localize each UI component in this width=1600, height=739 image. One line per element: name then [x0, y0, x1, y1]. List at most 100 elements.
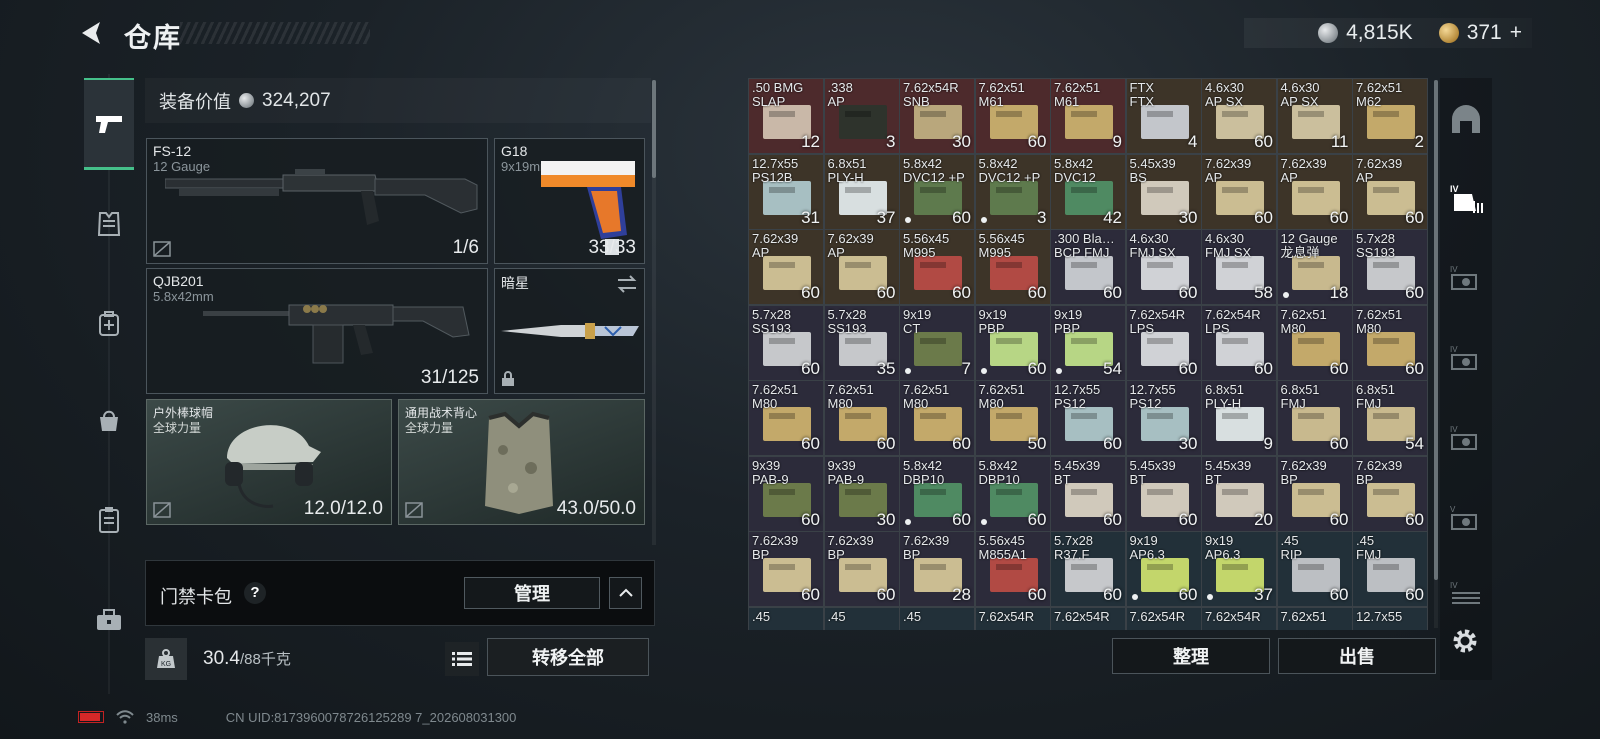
warehouse-item[interactable]: .50 BMG SLAP 12 [748, 78, 824, 154]
help-button[interactable]: ? [244, 582, 266, 604]
warehouse-item[interactable]: 9x19 AP6.3 60 [1125, 531, 1202, 607]
warehouse-item[interactable]: 5.56x45 M995 60 [899, 229, 975, 305]
warehouse-item[interactable]: 7.62x39 AP 60 [1276, 153, 1353, 230]
warehouse-item[interactable]: 7.62x51 M61 9 [1050, 78, 1126, 154]
warehouse-item[interactable]: 9x19 PBP 54 [1050, 304, 1126, 381]
warehouse-item[interactable]: 5.8x42 DBP10 60 [974, 455, 1051, 532]
warehouse-item[interactable]: 5.7x28 SS193 60 [748, 304, 824, 381]
warehouse-item[interactable]: 7.62x51 M80 60 [1352, 304, 1428, 381]
filter-tier-4a[interactable]: IV [1446, 258, 1486, 298]
warehouse-item[interactable]: 9x19 AP6.3 37 [1201, 531, 1277, 607]
category-weapons[interactable] [84, 78, 134, 170]
sidearm-slot[interactable]: G18 9x19mm 33/33 [494, 138, 645, 264]
warehouse-item[interactable]: 5.8x42 DVC12 +P 60 [899, 153, 975, 230]
warehouse-item[interactable]: 5.45x39 BS 30 [1125, 153, 1202, 230]
warehouse-item[interactable]: FTX FTX 4 [1125, 78, 1202, 154]
warehouse-item[interactable]: 7.62x39 BP 60 [823, 531, 900, 607]
warehouse-item[interactable]: 7.62x39 AP 60 [748, 229, 824, 305]
filter-tier-4c[interactable]: IV [1446, 418, 1486, 458]
warehouse-item[interactable]: 5.7x28 SS193 35 [823, 304, 900, 381]
warehouse-item[interactable]: .45 RIP 60 [1276, 531, 1353, 607]
sell-button[interactable]: 出售 [1278, 638, 1436, 674]
warehouse-item[interactable]: 7.62x39 BP 60 [748, 531, 824, 607]
armor-slot[interactable]: 通用战术背心 全球力量 43.0/50.0 [398, 399, 645, 525]
category-backpack[interactable] [84, 278, 134, 370]
warehouse-item[interactable]: 7.62x54R LPS 60 [1125, 304, 1202, 381]
warehouse-item[interactable]: 5.7x28 SS193 60 [1352, 229, 1428, 305]
warehouse-item[interactable]: 7.62x54R [1125, 606, 1202, 630]
category-tools[interactable] [84, 574, 134, 666]
warehouse-item[interactable]: 12 Gauge 龙息弹 18 [1276, 229, 1353, 305]
warehouse-item[interactable]: 5.56x45 M855A1 60 [974, 531, 1051, 607]
warehouse-item[interactable]: 5.7x28 R37.F 60 [1050, 531, 1126, 607]
warehouse-item[interactable]: 7.62x51 M80 50 [974, 380, 1051, 456]
settings-button[interactable] [1448, 624, 1482, 658]
add-currency-button[interactable]: + [1510, 21, 1522, 45]
equipment-scrollbar[interactable] [652, 80, 656, 178]
warehouse-item[interactable]: 7.62x51 M80 60 [823, 380, 900, 456]
warehouse-item[interactable]: .45 [748, 606, 824, 630]
warehouse-item[interactable]: 9x19 PBP 60 [974, 304, 1051, 381]
warehouse-item[interactable]: 5.45x39 BT 20 [1201, 455, 1277, 532]
warehouse-item[interactable]: 12.7x55 PS12 30 [1125, 380, 1202, 456]
warehouse-item[interactable]: 12.7x55 PS12 60 [1050, 380, 1126, 456]
primary-weapon-slot[interactable]: FS-12 12 Gauge 1/6 [146, 138, 488, 264]
warehouse-item[interactable]: 5.8x42 DVC12 +P 3 [974, 153, 1051, 230]
swap-icon[interactable] [616, 275, 638, 293]
warehouse-item[interactable]: 7.62x54R [1201, 606, 1277, 630]
secondary-weapon-slot[interactable]: QJB201 5.8x42mm 31/125 [146, 268, 488, 394]
filter-ammo[interactable]: IV [1446, 178, 1486, 218]
warehouse-item[interactable]: 7.62x51 [1276, 606, 1353, 630]
collapse-button[interactable] [609, 577, 642, 609]
warehouse-item[interactable]: 7.62x51 M80 60 [748, 380, 824, 456]
warehouse-item[interactable]: 7.62x51 M80 60 [899, 380, 975, 456]
warehouse-item[interactable]: 5.45x39 BT 60 [1125, 455, 1202, 532]
warehouse-item[interactable]: 7.62x39 AP 60 [1352, 153, 1428, 230]
warehouse-item[interactable]: 7.62x39 BP 60 [1276, 455, 1353, 532]
warehouse-item[interactable]: 9x39 PAB-9 60 [748, 455, 824, 532]
warehouse-item[interactable]: 7.62x54R [974, 606, 1051, 630]
warehouse-item[interactable]: 7.62x54R [1050, 606, 1126, 630]
warehouse-item[interactable]: 4.6x30 FMJ SX 60 [1125, 229, 1202, 305]
warehouse-item[interactable]: 6.8x51 PLY-H 37 [823, 153, 900, 230]
warehouse-item[interactable]: 7.62x51 M62 2 [1352, 78, 1428, 154]
warehouse-item[interactable]: .45 [899, 606, 975, 630]
filter-tier-4b[interactable]: IV [1446, 338, 1486, 378]
warehouse-item[interactable]: 9x19 CT 7 [899, 304, 975, 381]
category-armor[interactable] [84, 178, 134, 270]
category-bag[interactable] [84, 374, 134, 466]
filter-all[interactable] [1446, 100, 1486, 140]
warehouse-item[interactable]: .300 Bla… BCP FMJ 60 [1050, 229, 1126, 305]
warehouse-item[interactable]: 7.62x39 BP 28 [899, 531, 975, 607]
back-button[interactable] [74, 16, 108, 50]
warehouse-item[interactable]: .45 FMJ 60 [1352, 531, 1428, 607]
warehouse-item[interactable]: .45 [823, 606, 900, 630]
warehouse-item[interactable]: 4.6x30 AP SX 60 [1201, 78, 1277, 154]
melee-slot[interactable]: 暗星 [494, 268, 645, 394]
warehouse-item[interactable]: 7.62x39 BP 60 [1352, 455, 1428, 532]
warehouse-item[interactable]: 6.8x51 PLY-H 9 [1201, 380, 1277, 456]
manage-button[interactable]: 管理 [464, 577, 600, 609]
warehouse-item[interactable]: 12.7x55 [1352, 606, 1428, 630]
warehouse-scrollbar[interactable] [1434, 80, 1438, 580]
warehouse-item[interactable]: 7.62x51 M80 60 [1276, 304, 1353, 381]
filter-tier-5[interactable]: V [1446, 498, 1486, 538]
warehouse-item[interactable]: 7.62x39 AP 60 [823, 229, 900, 305]
warehouse-item[interactable]: .338 AP 3 [823, 78, 900, 154]
transfer-all-button[interactable]: 转移全部 [487, 638, 649, 676]
warehouse-item[interactable]: 7.62x54R LPS 60 [1201, 304, 1277, 381]
warehouse-item[interactable]: 9x39 PAB-9 30 [823, 455, 900, 532]
category-tactical[interactable] [84, 474, 134, 566]
warehouse-item[interactable]: 7.62x54R SNB 30 [899, 78, 975, 154]
warehouse-item[interactable]: 5.8x42 DBP10 60 [899, 455, 975, 532]
warehouse-item[interactable]: 5.56x45 M995 60 [974, 229, 1051, 305]
warehouse-item[interactable]: 6.8x51 FMJ 60 [1276, 380, 1353, 456]
sort-button[interactable]: 整理 [1112, 638, 1270, 674]
warehouse-item[interactable]: 6.8x51 FMJ 54 [1352, 380, 1428, 456]
list-view-button[interactable] [445, 642, 479, 676]
warehouse-item[interactable]: 5.8x42 DVC12 42 [1050, 153, 1126, 230]
filter-tier-4d[interactable]: IV [1446, 574, 1486, 614]
warehouse-item[interactable]: 12.7x55 PS12B 31 [748, 153, 824, 230]
warehouse-item[interactable]: 7.62x39 AP 60 [1201, 153, 1277, 230]
helmet-slot[interactable]: 户外棒球帽 全球力量 12.0/12.0 [146, 399, 392, 525]
